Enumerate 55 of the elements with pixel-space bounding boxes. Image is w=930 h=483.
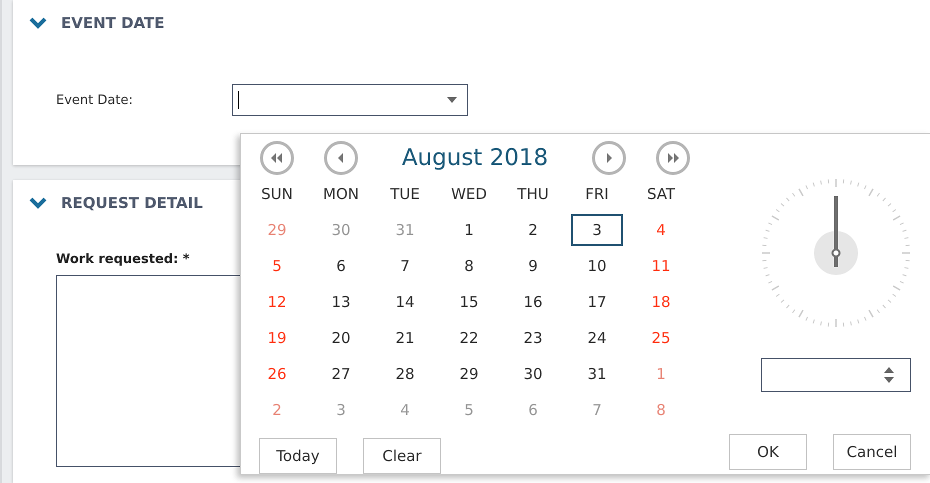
calendar-day[interactable]: 8 [443,250,495,282]
weekday-label: SAT [646,185,676,203]
date-field[interactable] [232,84,468,116]
calendar-day[interactable]: 18 [635,286,687,318]
calendar-day[interactable]: 3 [571,214,623,246]
calendar-day[interactable]: 23 [507,322,559,354]
calendar-day[interactable]: 26 [251,358,303,390]
calendar-day[interactable]: 6 [315,250,367,282]
calendar-day[interactable]: 2 [507,214,559,246]
section-title: REQUEST DETAIL [61,194,203,212]
month-title[interactable]: August 2018 [402,145,548,171]
weekday-label: WED [451,185,487,203]
calendar-day[interactable]: 30 [507,358,559,390]
calendar-button[interactable]: Clear [363,438,441,474]
calendar-day[interactable]: 9 [507,250,559,282]
dialog-button[interactable]: OK [729,434,807,470]
calendar-day[interactable]: 25 [635,322,687,354]
calendar-day[interactable]: 4 [635,214,687,246]
weekday-label: SUN [261,185,293,203]
dropdown-caret-icon[interactable] [447,97,457,103]
calendar-day[interactable]: 12 [251,286,303,318]
weekday-label: THU [517,185,549,203]
dialog-button[interactable]: Cancel [833,434,911,470]
calendar-button[interactable]: Today [259,438,337,474]
field-label: Event Date: [56,92,134,108]
calendar-day[interactable]: 21 [379,322,431,354]
calendar-day[interactable]: 16 [507,286,559,318]
calendar-day[interactable]: 19 [251,322,303,354]
calendar-day[interactable]: 22 [443,322,495,354]
field-label: Work requested: * [56,252,190,267]
calendar-day[interactable]: 31 [571,358,623,390]
calendar-day[interactable]: 1 [443,214,495,246]
calendar-day[interactable]: 7 [379,250,431,282]
time-field[interactable] [761,358,911,392]
calendar-day[interactable]: 11 [635,250,687,282]
calendar-day[interactable]: 28 [379,358,431,390]
calendar-day[interactable]: 10 [571,250,623,282]
calendar-day[interactable]: 24 [571,322,623,354]
first-page-icon[interactable] [260,141,294,175]
chevron-icon[interactable] [29,197,47,209]
calendar-day[interactable]: 15 [443,286,495,318]
weekday-label: MON [323,185,359,203]
calendar-day[interactable]: 17 [571,286,623,318]
weekday-label: FRI [585,185,609,203]
calendar-day[interactable]: 14 [379,286,431,318]
chevron-icon[interactable] [29,17,47,29]
calendar-day[interactable]: 5 [251,250,303,282]
calendar-day[interactable]: 27 [315,358,367,390]
calendar-day[interactable]: 29 [443,358,495,390]
last-page-icon[interactable] [656,141,690,175]
calendar-day[interactable]: 20 [315,322,367,354]
section-title: EVENT DATE [61,14,164,32]
calendar-day[interactable]: 13 [315,286,367,318]
weekday-label: TUE [390,185,420,203]
spinner-icon[interactable] [884,366,894,384]
